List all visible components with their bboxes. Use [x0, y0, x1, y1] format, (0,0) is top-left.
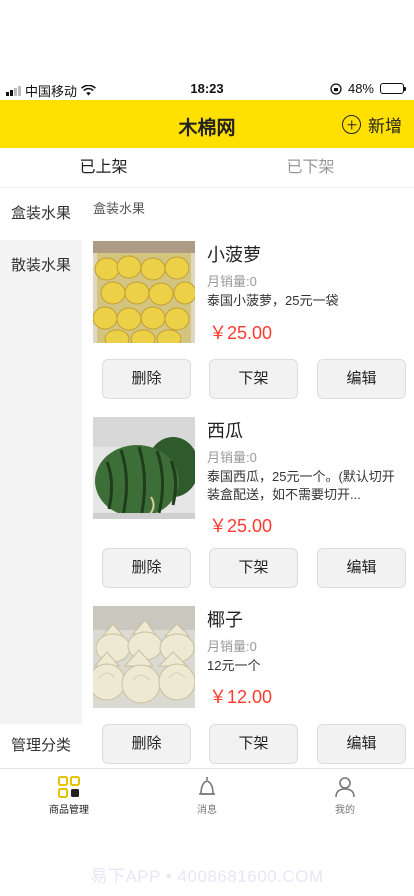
product-name: 西瓜 [207, 421, 243, 441]
delete-button[interactable]: 删除 [102, 359, 191, 399]
tab-mine[interactable]: 我的 [276, 769, 414, 818]
product-sales: 月销量:0 [207, 274, 257, 289]
category-sidebar: 盒装水果 散装水果 管理分类 [0, 188, 82, 768]
add-product-button[interactable]: 新增 [342, 112, 402, 137]
battery-percent: 48% [347, 81, 374, 96]
orientation-lock-icon [330, 82, 342, 95]
add-label: 新增 [368, 117, 402, 136]
tab-listed[interactable]: 已上架 [0, 148, 207, 187]
product-name: 椰子 [207, 610, 243, 630]
product-price: ￥25.00 [209, 516, 273, 536]
product-price: ￥25.00 [209, 323, 273, 343]
product-price: ￥12.00 [209, 687, 273, 707]
tab-label: 商品管理 [49, 805, 89, 816]
product-image-pineapple[interactable] [93, 241, 195, 343]
tab-unlisted[interactable]: 已下架 [207, 148, 414, 187]
delete-button[interactable]: 删除 [102, 724, 191, 764]
product-actions: 删除 下架 编辑 [102, 548, 406, 588]
product-list: 盒装水果 小菠萝 月销量:0 泰国小菠萝，25元一袋 ￥25.00 删除 下架 … [82, 188, 414, 768]
bottom-tab-bar: 商品管理 消息 我的 [0, 768, 414, 818]
product-description: 泰国西瓜，25元一个。(默认切开装盒配送，如不需要切开... [207, 469, 395, 502]
unlist-button[interactable]: 下架 [209, 724, 298, 764]
person-icon [335, 777, 355, 798]
app-header: 木棉网 新增 [0, 100, 414, 148]
product-sales: 月销量:0 [207, 450, 257, 465]
tab-label: 消息 [197, 805, 217, 816]
section-title: 盒装水果 [93, 201, 146, 216]
plus-circle-icon [342, 115, 361, 134]
sidebar-item-loose-fruit[interactable]: 散装水果 [0, 240, 82, 292]
tab-messages[interactable]: 消息 [138, 769, 276, 818]
product-actions: 删除 下架 编辑 [102, 724, 406, 764]
status-right: 48% [330, 81, 406, 96]
watermark: 易下APP • 4008681600.COM [90, 867, 324, 886]
tab-label: 我的 [335, 805, 355, 816]
edit-button[interactable]: 编辑 [317, 724, 406, 764]
tab-product-management[interactable]: 商品管理 [0, 769, 138, 818]
grid-icon [58, 776, 80, 798]
edit-button[interactable]: 编辑 [317, 548, 406, 588]
unlist-button[interactable]: 下架 [209, 359, 298, 399]
product-image-watermelon[interactable] [93, 417, 195, 519]
product-sales: 月销量:0 [207, 639, 257, 654]
edit-button[interactable]: 编辑 [317, 359, 406, 399]
delete-button[interactable]: 删除 [102, 548, 191, 588]
product-name: 小菠萝 [207, 245, 261, 265]
bell-icon [199, 777, 215, 795]
unlist-button[interactable]: 下架 [209, 548, 298, 588]
sidebar-item-boxed-fruit[interactable]: 盒装水果 [0, 188, 82, 240]
manage-categories-button[interactable]: 管理分类 [0, 724, 82, 768]
status-bar: 中国移动 18:23 48% [0, 78, 414, 100]
battery-icon [380, 83, 406, 94]
product-description: 12元一个 [207, 658, 261, 673]
product-image-coconut[interactable] [93, 606, 195, 708]
product-actions: 删除 下架 编辑 [102, 359, 406, 399]
product-description: 泰国小菠萝，25元一袋 [207, 293, 339, 308]
listing-tabs: 已上架 已下架 [0, 148, 414, 188]
